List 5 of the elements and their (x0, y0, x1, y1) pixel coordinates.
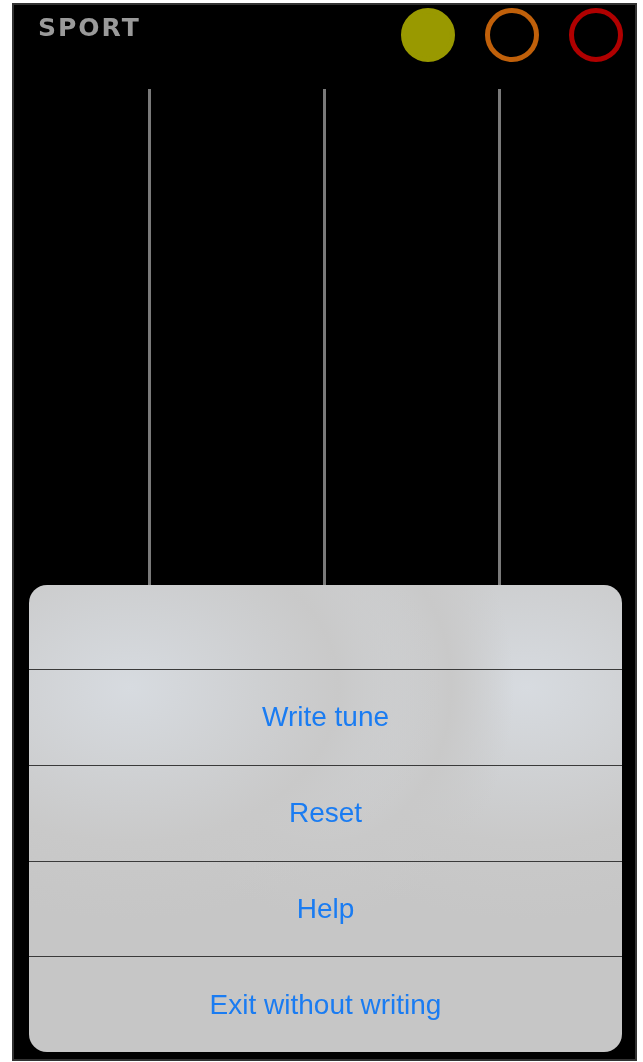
action-button[interactable]: Exit without writing (29, 956, 622, 1052)
action-button[interactable]: Help (29, 860, 622, 957)
action-button[interactable]: Reset (29, 764, 622, 861)
mode-label: SPORT (38, 13, 141, 42)
action-button[interactable]: Write tune (29, 670, 622, 765)
